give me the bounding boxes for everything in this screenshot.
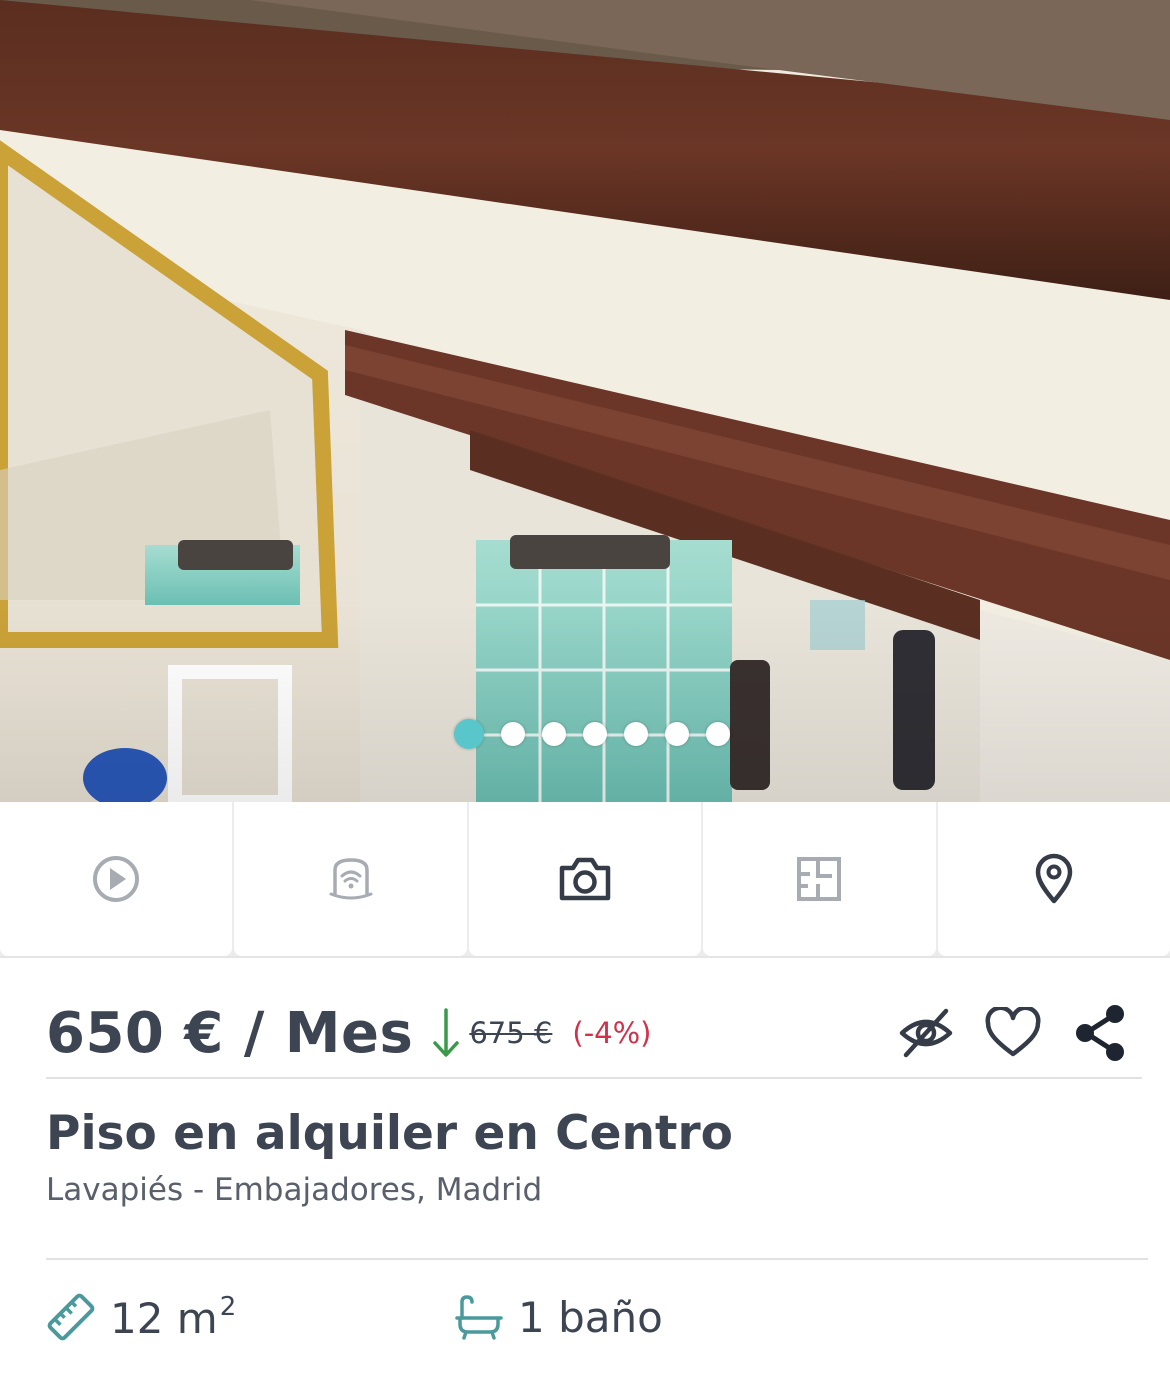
- discount-percentage: (-4%): [572, 1016, 652, 1050]
- camera-icon: [559, 857, 611, 901]
- floor-plan-icon: [797, 857, 842, 901]
- divider: [46, 1077, 1142, 1079]
- divider: [46, 1258, 1148, 1260]
- feature-area: 12 m2: [46, 1282, 236, 1352]
- listing-location: Lavapiés - Embajadores, Madrid: [46, 1172, 543, 1208]
- feature-bathrooms: 1 baño: [454, 1282, 663, 1352]
- media-tabs: [0, 802, 1170, 958]
- listing-actions: [898, 1003, 1128, 1063]
- heart-icon[interactable]: [984, 1007, 1042, 1059]
- listing-title: Piso en alquiler en Centro: [46, 1106, 733, 1161]
- price-row: 650 € / Mes 675 € (-4%): [46, 988, 1128, 1078]
- pagination-dot-active[interactable]: [454, 719, 484, 749]
- eye-off-icon[interactable]: [898, 1005, 954, 1061]
- feature-bathrooms-text: 1 baño: [518, 1292, 663, 1342]
- old-price: 675 €: [469, 1016, 553, 1050]
- tab-photos[interactable]: [468, 802, 702, 956]
- ruler-icon: [47, 1293, 95, 1341]
- price-drop-arrow-icon: [431, 1006, 461, 1060]
- attic-bathroom-photo: [0, 0, 1170, 802]
- listing-features: 12 m2 1 baño: [46, 1282, 1128, 1352]
- pagination-dot[interactable]: [624, 722, 648, 746]
- tab-floor-plan[interactable]: [703, 802, 936, 956]
- share-icon[interactable]: [1072, 1003, 1128, 1063]
- pagination-dot[interactable]: [583, 722, 607, 746]
- pagination-dot[interactable]: [665, 722, 689, 746]
- pagination-dot[interactable]: [706, 722, 730, 746]
- gallery-pagination: [0, 719, 1170, 749]
- area-value: 12 m: [110, 1293, 218, 1343]
- price: 650 € / Mes: [46, 1000, 414, 1066]
- pagination-dot[interactable]: [542, 722, 566, 746]
- play-circle-icon: [93, 856, 140, 902]
- bathtub-icon: [455, 1295, 503, 1340]
- tab-virtual-tour[interactable]: [234, 802, 467, 956]
- feature-area-text: 12 m2: [110, 1292, 236, 1343]
- tab-map[interactable]: [937, 802, 1170, 956]
- pagination-dot[interactable]: [501, 722, 525, 746]
- tab-video[interactable]: [0, 802, 233, 956]
- listing-photo[interactable]: [0, 0, 1170, 802]
- 360-tour-icon: [329, 858, 373, 900]
- area-unit-superscript: 2: [219, 1291, 237, 1322]
- map-pin-icon: [1035, 853, 1073, 904]
